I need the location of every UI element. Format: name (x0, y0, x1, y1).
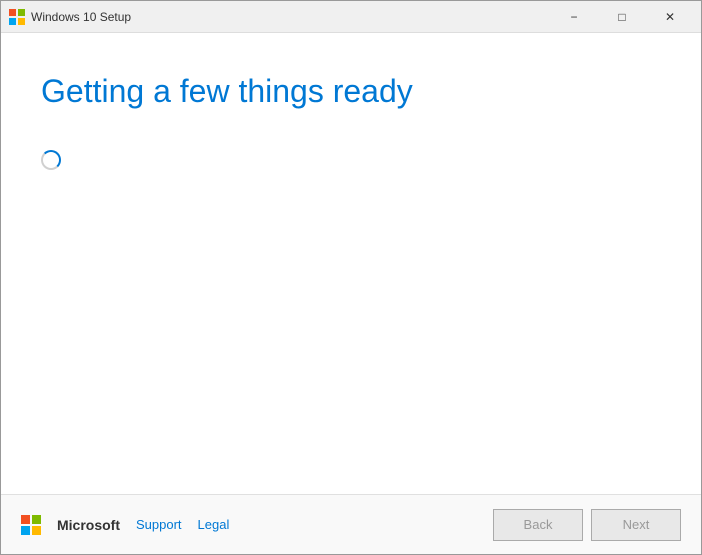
logo-square-blue (21, 526, 30, 535)
title-bar-left: Windows 10 Setup (9, 9, 131, 25)
logo-square-yellow (32, 526, 41, 535)
footer: Microsoft Support Legal Back Next (1, 494, 701, 554)
spinner-container (41, 150, 661, 175)
close-button[interactable]: ✕ (647, 1, 693, 33)
windows-setup-icon (9, 9, 25, 25)
title-bar-buttons: − □ ✕ (551, 1, 693, 33)
logo-square-green (32, 515, 41, 524)
support-link[interactable]: Support (136, 517, 182, 532)
back-button[interactable]: Back (493, 509, 583, 541)
brand-label: Microsoft (57, 517, 120, 533)
footer-left: Microsoft Support Legal (21, 515, 493, 535)
window-title: Windows 10 Setup (31, 10, 131, 24)
title-bar: Windows 10 Setup − □ ✕ (1, 1, 701, 33)
page-title: Getting a few things ready (41, 73, 661, 110)
loading-spinner (41, 150, 61, 170)
minimize-button[interactable]: − (551, 1, 597, 33)
next-button[interactable]: Next (591, 509, 681, 541)
footer-right: Back Next (493, 509, 681, 541)
app-window: Windows 10 Setup − □ ✕ Getting a few thi… (0, 0, 702, 555)
logo-square-red (21, 515, 30, 524)
legal-link[interactable]: Legal (198, 517, 230, 532)
main-content: Getting a few things ready (1, 33, 701, 494)
microsoft-logo (21, 515, 41, 535)
maximize-button[interactable]: □ (599, 1, 645, 33)
